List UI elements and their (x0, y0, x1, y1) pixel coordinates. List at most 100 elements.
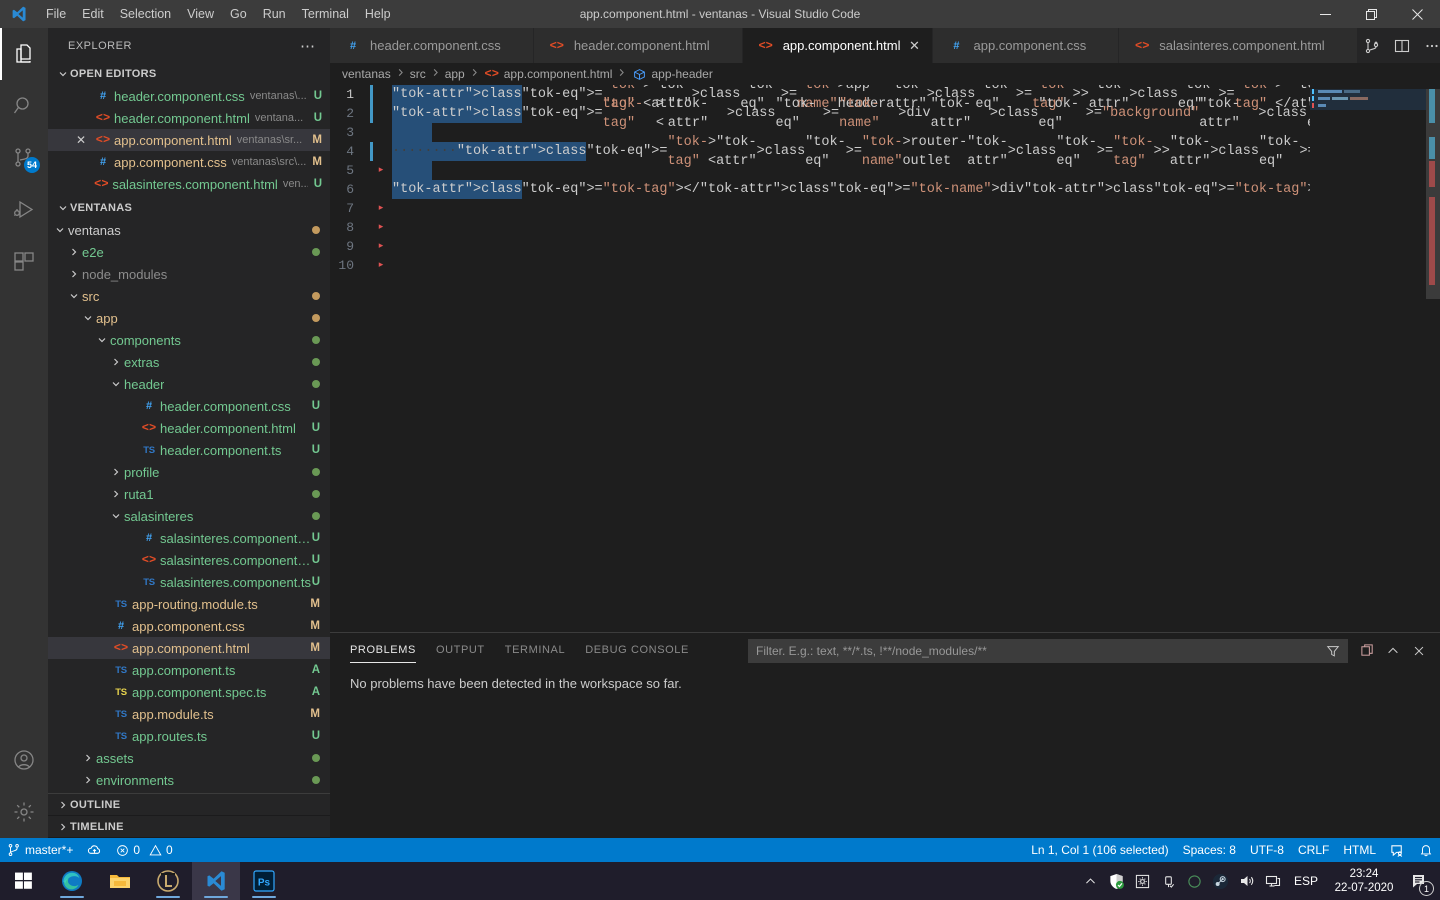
activity-accounts[interactable] (0, 734, 48, 786)
close-editor-icon[interactable]: ✕ (70, 133, 92, 147)
tree-folder-row[interactable]: ruta1 (48, 483, 330, 505)
panel-tab-terminal[interactable]: TERMINAL (505, 633, 565, 668)
menu-help[interactable]: Help (357, 0, 399, 28)
close-tab-icon[interactable]: ✕ (906, 38, 922, 54)
tree-file-row[interactable]: TS app.component.ts A (48, 659, 330, 681)
tree-folder-row[interactable]: components (48, 329, 330, 351)
circle-icon[interactable] (1182, 862, 1208, 900)
tray-notifications[interactable]: 1 (1402, 862, 1436, 900)
breadcrumb-item[interactable]: ventanas (342, 67, 391, 81)
steam-icon[interactable] (1208, 862, 1234, 900)
minimize-button[interactable] (1302, 0, 1348, 28)
tree-file-row[interactable]: TS app-routing.module.ts M (48, 593, 330, 615)
panel-tab-debug-console[interactable]: DEBUG CONSOLE (585, 633, 689, 668)
editor-more-actions-icon[interactable] (1418, 28, 1440, 63)
fold-marker-icon[interactable]: ▸ (374, 199, 388, 218)
menu-selection[interactable]: Selection (112, 0, 179, 28)
fold-marker-icon[interactable]: ▸ (374, 218, 388, 237)
taskbar-app-league-client[interactable] (144, 862, 192, 900)
tree-folder-row[interactable]: ventanas (48, 219, 330, 241)
settings-gear-icon[interactable] (1130, 862, 1156, 900)
status-cursor-position[interactable]: Ln 1, Col 1 (106 selected) (1024, 838, 1175, 862)
network-icon[interactable] (1260, 862, 1286, 900)
menu-run[interactable]: Run (255, 0, 294, 28)
status-feedback-icon[interactable] (1383, 838, 1412, 862)
status-eol[interactable]: CRLF (1291, 838, 1336, 862)
tree-folder-row[interactable]: node_modules (48, 263, 330, 285)
menu-edit[interactable]: Edit (74, 0, 112, 28)
tray-clock[interactable]: 23:24 22-07-2020 (1326, 867, 1402, 895)
taskbar-app-photoshop[interactable]: Ps (240, 862, 288, 900)
tree-folder-row[interactable]: environments (48, 769, 330, 791)
section-open-editors[interactable]: OPEN EDITORS (48, 63, 330, 85)
tree-file-row[interactable]: <> header.component.html U (48, 417, 330, 439)
section-ventanas[interactable]: VENTANAS (48, 197, 330, 219)
editor-tab[interactable]: <>header.component.html✕ (533, 28, 743, 63)
open-editor-item[interactable]: ✕#header.component.cssventanas\...U (48, 85, 330, 107)
tree-file-row[interactable]: TS app.routes.ts U (48, 725, 330, 747)
problems-filter[interactable] (748, 638, 1348, 663)
status-notifications-bell-icon[interactable] (1412, 838, 1440, 862)
status-encoding[interactable]: UTF-8 (1243, 838, 1291, 862)
sidebar-more-actions-icon[interactable]: ⋯ (294, 37, 322, 55)
menu-view[interactable]: View (179, 0, 222, 28)
maximize-panel-icon[interactable] (1382, 640, 1404, 662)
taskbar-app-microsoft-edge[interactable] (48, 862, 96, 900)
menu-terminal[interactable]: Terminal (294, 0, 357, 28)
tree-file-row[interactable]: <> app.component.html M (48, 637, 330, 659)
volume-icon[interactable] (1234, 862, 1260, 900)
breadcrumb-item[interactable]: <> app.component.html (484, 67, 613, 81)
clear-problems-icon[interactable] (1356, 640, 1378, 662)
tree-file-row[interactable]: # header.component.css U (48, 395, 330, 417)
fold-marker-icon[interactable]: ▸ (374, 256, 388, 275)
tree-file-row[interactable]: # app.component.css M (48, 615, 330, 637)
tree-file-row[interactable]: TS app.component.spec.ts A (48, 681, 330, 703)
tree-folder-row[interactable]: extras (48, 351, 330, 373)
panel-tab-output[interactable]: OUTPUT (436, 633, 485, 668)
menu-file[interactable]: File (38, 0, 74, 28)
section-outline[interactable]: OUTLINE (48, 794, 330, 816)
tree-file-row[interactable]: TS app.module.ts M (48, 703, 330, 725)
open-editor-item[interactable]: ✕#app.component.cssventanas\src\...M (48, 151, 330, 173)
tree-file-row[interactable]: <> salasinteres.component.html U (48, 549, 330, 571)
usb-safely-remove-icon[interactable] (1156, 862, 1182, 900)
editor-tab[interactable]: #app.component.css✕ (933, 28, 1120, 63)
status-problems[interactable]: 0 0 (109, 838, 179, 862)
open-editor-item[interactable]: ✕<>header.component.htmlventana...U (48, 107, 330, 129)
split-editor-vertical-icon[interactable] (1358, 28, 1386, 63)
close-button[interactable] (1394, 0, 1440, 28)
activity-manage-gear[interactable] (0, 786, 48, 838)
panel-tab-problems[interactable]: PROBLEMS (350, 633, 416, 668)
tray-language[interactable]: ESP (1286, 874, 1326, 888)
activity-search[interactable] (0, 80, 48, 132)
editor-tab[interactable]: #header.component.css✕ (330, 28, 534, 63)
restore-button[interactable] (1348, 0, 1394, 28)
tree-folder-row[interactable]: salasinteres (48, 505, 330, 527)
filter-icon[interactable] (1322, 640, 1344, 662)
tree-file-row[interactable]: TS header.component.ts U (48, 439, 330, 461)
editor-tab[interactable]: <>salasinteres.component.html✕ (1119, 28, 1358, 63)
show-hidden-icons-icon[interactable] (1078, 862, 1104, 900)
split-editor-icon[interactable] (1388, 28, 1416, 63)
menu-go[interactable]: Go (222, 0, 255, 28)
taskbar-app-file-explorer[interactable] (96, 862, 144, 900)
close-panel-icon[interactable] (1408, 640, 1430, 662)
section-timeline[interactable]: TIMELINE (48, 816, 330, 838)
tree-folder-row[interactable]: src (48, 285, 330, 307)
breadcrumb-item[interactable]: src (410, 67, 426, 81)
tree-folder-row[interactable]: app (48, 307, 330, 329)
tree-file-row[interactable]: # salasinteres.component.css U (48, 527, 330, 549)
windows-start-icon[interactable] (0, 862, 48, 900)
window-controls[interactable] (1302, 0, 1440, 28)
problems-filter-input[interactable] (756, 643, 1322, 658)
tree-folder-row[interactable]: assets (48, 747, 330, 769)
status-language-mode[interactable]: HTML (1336, 838, 1383, 862)
breadcrumb-item[interactable]: app (445, 67, 465, 81)
status-branch[interactable]: master*+ (0, 838, 80, 862)
activity-extensions[interactable] (0, 236, 48, 288)
tree-folder-row[interactable]: e2e (48, 241, 330, 263)
fold-marker-icon[interactable]: ▸ (374, 161, 388, 180)
status-indentation[interactable]: Spaces: 8 (1176, 838, 1243, 862)
open-editor-item[interactable]: ✕ <> app.component.html ventanas\sr... M (48, 129, 330, 151)
windows-defender-icon[interactable] (1104, 862, 1130, 900)
